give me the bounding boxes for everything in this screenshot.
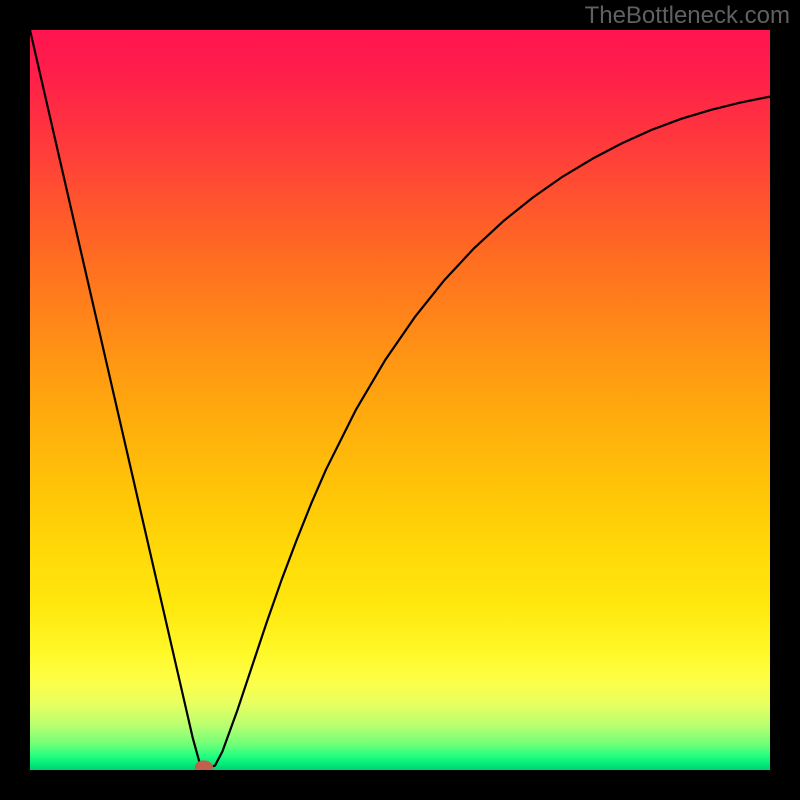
bottleneck-curve [30, 30, 770, 768]
watermark-text: TheBottleneck.com [585, 2, 790, 30]
curve-svg [30, 30, 770, 770]
plot-area [30, 30, 770, 770]
optimum-marker [195, 760, 213, 770]
chart-frame: TheBottleneck.com [0, 0, 800, 800]
